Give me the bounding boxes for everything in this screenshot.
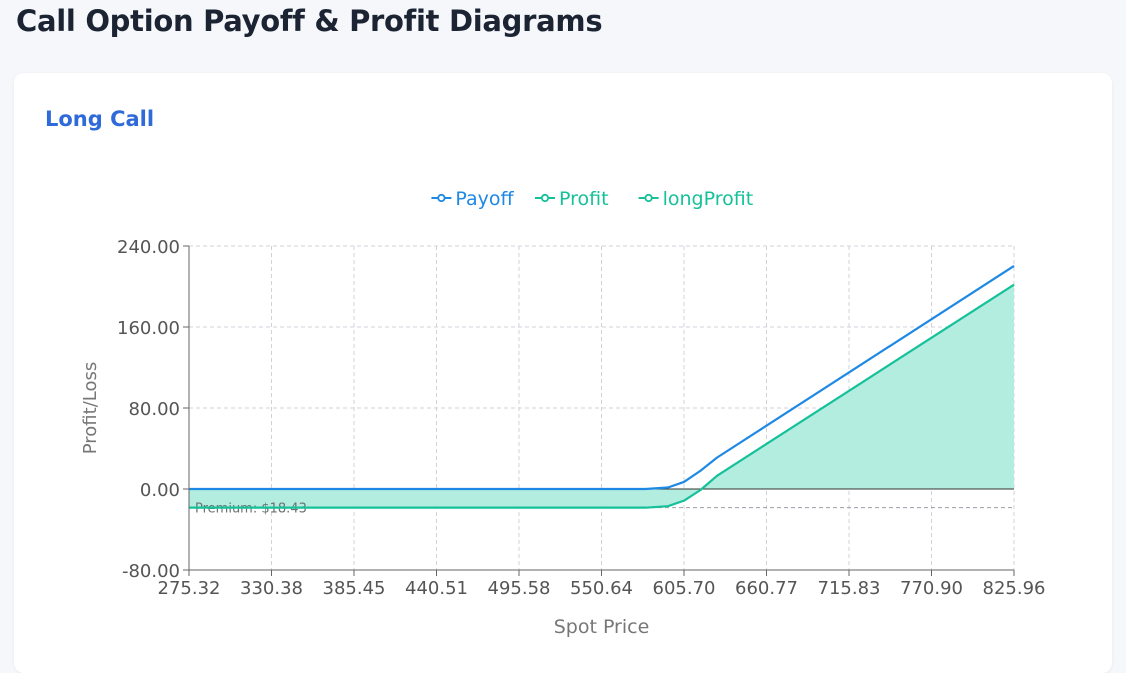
x-tick-label: 825.96: [983, 578, 1046, 599]
premium-label: Premium: $18.43: [195, 502, 307, 517]
x-tick-label: 275.32: [158, 578, 221, 599]
x-tick-label: 605.70: [653, 578, 716, 599]
x-tick-label: 550.64: [570, 578, 633, 599]
legend-swatch-marker: [437, 193, 446, 203]
y-tick-label: 160.00: [117, 318, 180, 339]
x-tick-label: 715.83: [818, 578, 881, 599]
x-tick-label: 770.90: [900, 578, 963, 599]
legend-swatch-marker: [644, 193, 653, 203]
chart-svg: Premium: $18.43 240.00160.0080.000.00-80…: [80, 188, 1046, 638]
legend-label: Profit: [559, 188, 609, 210]
y-tick-label: 240.00: [117, 237, 180, 258]
legend-label: Payoff: [455, 188, 514, 210]
x-tick-label: 660.77: [735, 578, 798, 599]
y-tick-label: 0.00: [140, 480, 180, 501]
legend-item-longprofit[interactable]: longProfit: [638, 188, 754, 210]
x-tick-label: 440.51: [405, 578, 468, 599]
legend-item-payoff[interactable]: Payoff: [431, 188, 515, 210]
x-axis-label: Spot Price: [554, 616, 650, 638]
legend-item-profit[interactable]: Profit: [535, 188, 609, 210]
legend-label: longProfit: [663, 188, 754, 210]
legend-swatch-marker: [540, 193, 550, 203]
legend[interactable]: Payoff Profit longProfit: [431, 188, 753, 210]
x-tick-label: 495.58: [488, 578, 551, 599]
x-tick-label: 330.38: [240, 578, 303, 599]
y-tick-label: 80.00: [128, 399, 180, 420]
y-axis-label: Profit/Loss: [80, 362, 101, 455]
x-tick-label: 385.45: [323, 578, 386, 599]
